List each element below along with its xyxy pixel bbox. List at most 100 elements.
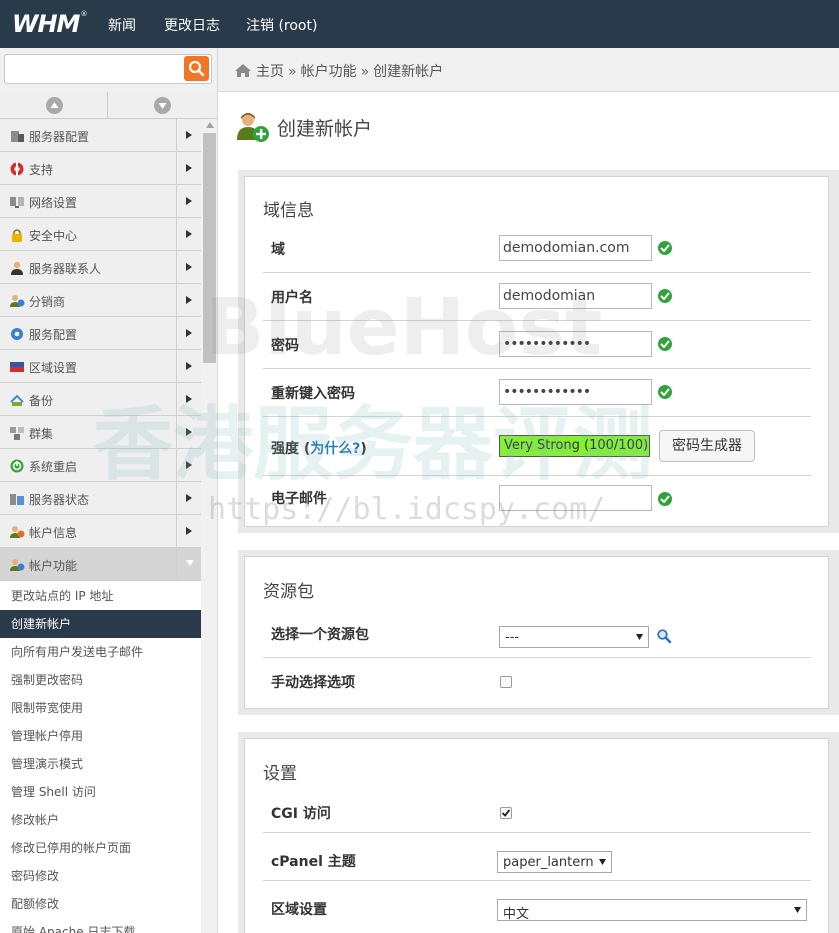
sidebar-subitem[interactable]: 修改帐户 xyxy=(0,806,201,834)
account-functions-icon xyxy=(10,559,25,571)
search-button[interactable] xyxy=(184,56,209,81)
collapse-all-button[interactable] xyxy=(0,92,108,119)
sidebar-category-network[interactable]: 网络设置 xyxy=(0,185,201,218)
sidebar-subitem[interactable]: 强制更改密码 xyxy=(0,666,201,694)
sidebar-subitem[interactable]: 修改已停用的帐户页面 xyxy=(0,834,201,862)
chevron-right-icon[interactable] xyxy=(176,482,201,514)
sidebar-category-contact[interactable]: 服务器联系人 xyxy=(0,251,201,284)
sidebar-category-backup[interactable]: 备份 xyxy=(0,383,201,416)
sidebar-subitem[interactable]: 原始 Apache 日志下载 xyxy=(0,918,201,933)
manual-options-checkbox[interactable] xyxy=(500,676,512,688)
locale-select[interactable]: 中文 xyxy=(497,899,807,922)
breadcrumb-separator: » xyxy=(288,64,297,80)
breadcrumb-separator: » xyxy=(360,64,370,80)
chevron-right-icon[interactable] xyxy=(176,284,201,316)
sidebar-category-label: 网络设置 xyxy=(29,196,78,210)
password-row: 密码 •••••••••••• xyxy=(263,321,811,369)
network-icon xyxy=(10,197,24,208)
arrow-down-icon xyxy=(158,103,167,109)
chevron-right-icon[interactable] xyxy=(176,416,201,448)
whm-logo[interactable]: WHM® xyxy=(12,10,87,38)
chevron-right-icon[interactable] xyxy=(176,185,201,217)
sidebar-subitem[interactable]: 向所有用户发送电子邮件 xyxy=(0,638,201,666)
scrollbar-thumb[interactable] xyxy=(203,133,216,363)
email-input[interactable] xyxy=(499,485,652,511)
password-input[interactable]: •••••••••••• xyxy=(499,331,652,357)
sidebar-category-power[interactable]: 系统重启 xyxy=(0,449,201,482)
package-title: 资源包 xyxy=(263,582,314,602)
sidebar-category-status[interactable]: 服务器状态 xyxy=(0,482,201,515)
chevron-right-icon[interactable] xyxy=(176,515,201,547)
settings-panel: 设置 CGI 访问 cPanel 主题 paper_lantern 区域设置 中… xyxy=(238,732,839,933)
locale-label: 区域设置 xyxy=(271,902,327,918)
home-icon[interactable] xyxy=(234,63,252,82)
package-panel: 资源包 选择一个资源包 --- 手动选择选项 xyxy=(238,550,839,715)
package-select[interactable]: --- xyxy=(499,626,649,648)
sidebar-category-cluster[interactable]: 群集 xyxy=(0,416,201,449)
locale-row: 区域设置 中文 xyxy=(263,881,811,929)
expand-all-button[interactable] xyxy=(109,92,217,119)
locale-icon xyxy=(10,362,24,372)
cgi-access-checkbox[interactable] xyxy=(500,807,512,819)
sidebar-subitem[interactable]: 密码修改 xyxy=(0,862,201,890)
reseller-icon xyxy=(10,295,25,307)
chevron-down-icon xyxy=(636,634,643,640)
chevron-right-icon[interactable] xyxy=(176,119,201,151)
sidebar-subitem[interactable]: 限制带宽使用 xyxy=(0,694,201,722)
chevron-down-icon[interactable] xyxy=(176,548,201,580)
chevron-right-icon[interactable] xyxy=(176,383,201,415)
sidebar-category-account-functions[interactable]: 帐户功能 xyxy=(0,548,201,581)
sidebar-category-label: 帐户信息 xyxy=(29,526,78,540)
sidebar-category-support[interactable]: 支持 xyxy=(0,152,201,185)
sidebar-category-account-info[interactable]: 帐户信息 xyxy=(0,515,201,548)
arrow-up-icon xyxy=(50,102,59,108)
chevron-right-icon[interactable] xyxy=(176,251,201,283)
retype-password-input[interactable]: •••••••••••• xyxy=(499,379,652,405)
manual-options-row: 手动选择选项 xyxy=(263,659,811,707)
chevron-right-icon[interactable] xyxy=(176,218,201,250)
server-config-icon xyxy=(11,131,24,142)
sidebar-subitem[interactable]: 管理演示模式 xyxy=(0,750,201,778)
nav-news-link[interactable]: 新闻 xyxy=(108,15,136,35)
chevron-right-icon[interactable] xyxy=(176,317,201,349)
nav-logout-link[interactable]: 注销 (root) xyxy=(246,15,317,35)
sidebar-category-lock[interactable]: 安全中心 xyxy=(0,218,201,251)
logo-text: WHM xyxy=(12,10,80,38)
strength-why-link[interactable]: 为什么? xyxy=(310,441,360,457)
account-info-icon xyxy=(10,526,25,538)
sidebar-subitem[interactable]: 管理帐户停用 xyxy=(0,722,201,750)
search-input[interactable] xyxy=(4,54,212,84)
sidebar-search-area xyxy=(0,48,218,92)
sidebar-subitem[interactable]: 配额修改 xyxy=(0,890,201,918)
breadcrumb-home[interactable]: 主页 xyxy=(256,64,284,80)
sidebar-subitem[interactable]: 更改站点的 IP 地址 xyxy=(0,582,201,610)
sidebar-category-server-config[interactable]: 服务器配置 xyxy=(0,119,201,152)
sidebar-collapse-controls xyxy=(0,92,217,119)
manual-options-label: 手动选择选项 xyxy=(271,675,355,691)
contact-icon xyxy=(11,261,23,275)
sidebar-category-reseller[interactable]: 分销商 xyxy=(0,284,201,317)
sidebar-category-gear[interactable]: 服务配置 xyxy=(0,317,201,350)
chevron-right-icon[interactable] xyxy=(176,449,201,481)
chevron-right-icon[interactable] xyxy=(176,350,201,382)
sidebar-subitem[interactable]: 管理 Shell 访问 xyxy=(0,778,201,806)
sidebar-category-locale[interactable]: 区域设置 xyxy=(0,350,201,383)
breadcrumb-account-functions[interactable]: 帐户功能 xyxy=(301,64,357,80)
search-icon xyxy=(188,60,205,77)
sidebar-category-label: 服务器配置 xyxy=(29,130,90,144)
logo-registered-mark: ® xyxy=(80,10,88,18)
gear-icon xyxy=(11,328,23,340)
cpanel-theme-select[interactable]: paper_lantern xyxy=(497,851,612,873)
sidebar-subitem-active[interactable]: 创建新帐户 xyxy=(0,610,201,638)
scroll-up-arrow-icon[interactable] xyxy=(206,122,214,128)
nav-changelog-link[interactable]: 更改日志 xyxy=(164,15,220,35)
retype-password-label: 重新键入密码 xyxy=(271,386,355,402)
password-generator-button[interactable]: 密码生成器 xyxy=(659,430,755,462)
username-label: 用户名 xyxy=(271,290,313,306)
username-input[interactable]: demodomian xyxy=(499,283,652,309)
chevron-down-icon xyxy=(599,859,606,865)
chevron-right-icon[interactable] xyxy=(176,152,201,184)
domain-input[interactable]: demodomian.com xyxy=(499,235,652,261)
package-search-icon[interactable] xyxy=(656,628,672,644)
sidebar-scrollbar[interactable] xyxy=(201,119,217,933)
